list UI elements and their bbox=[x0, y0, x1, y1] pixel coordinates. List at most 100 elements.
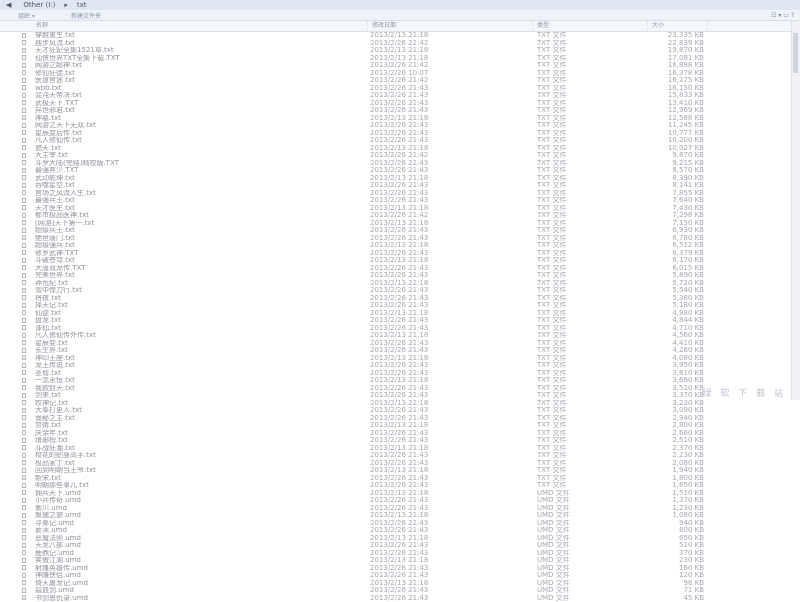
file-type: UMD 文件 bbox=[537, 505, 597, 513]
file-row[interactable]: 斗罗大陆(完结)精校版.TXT2013/2/26 21:43TXT 文件9,21… bbox=[0, 160, 800, 168]
file-row[interactable]: 武极天下.TXT2013/2/26 21:43TXT 文件13,410 KB bbox=[0, 100, 800, 108]
file-row[interactable]: 网游之天下无双.txt2013/2/26 21:43TXT 文件11,245 K… bbox=[0, 122, 800, 130]
file-row[interactable]: 射雕英雄传.umd2013/2/26 21:43UMD 文件160 KB bbox=[0, 565, 800, 573]
file-row[interactable]: 大奉打更人.txt2013/2/26 21:43TXT 文件3,090 KB bbox=[0, 407, 800, 415]
file-date: 2013/2/13 21:18 bbox=[370, 242, 530, 250]
file-row[interactable]: 大主宰.txt2013/2/26 21:42TXT 文件9,870 KB bbox=[0, 152, 800, 160]
file-row[interactable]: 异世邪君.txt2013/2/26 21:43TXT 文件12,969 KB bbox=[0, 107, 800, 115]
file-row[interactable]: 混沌天帝决.txt2013/2/26 21:43TXT 文件15,833 KB bbox=[0, 92, 800, 100]
file-row[interactable]: 仙侠世界TXT全集下载.TXT2013/2/13 21:18TXT 文件17,0… bbox=[0, 55, 800, 63]
file-row[interactable]: 凡人修仙传.txt2013/2/26 21:43TXT 文件10,200 KB bbox=[0, 137, 800, 145]
file-row[interactable]: 天龙八部.umd2013/2/26 21:43UMD 文件510 KB bbox=[0, 542, 800, 550]
file-row[interactable]: 凡人修仙传外传.txt2013/2/13 21:18TXT 文件4,560 KB bbox=[0, 332, 800, 340]
text-file-icon bbox=[22, 348, 26, 353]
file-row[interactable]: 鹿鼎记.umd2013/2/26 21:43UMD 文件370 KB bbox=[0, 550, 800, 558]
file-row[interactable]: 诡秘之主.txt2013/2/26 21:43TXT 文件2,940 KB bbox=[0, 415, 800, 423]
file-row[interactable]: 择天记.txt2013/2/26 21:43TXT 文件5,180 KB bbox=[0, 302, 800, 310]
column-date[interactable]: 修改日期 bbox=[368, 21, 533, 31]
file-row[interactable]: 寻秦记.umd2013/2/26 21:43UMD 文件940 KB bbox=[0, 520, 800, 528]
file-row[interactable]: 剑来.txt2013/2/26 21:43TXT 文件3,370 KB bbox=[0, 392, 800, 400]
file-row[interactable]: 超级兵王.txt2013/2/26 21:43TXT 文件6,930 KB bbox=[0, 227, 800, 235]
file-row[interactable]: 医道官途.txt2013/2/26 21:42TXT 文件16,275 KB bbox=[0, 77, 800, 85]
file-row[interactable]: 独步风流.txt2013/2/26 21:42TXT 文件22,839 KB bbox=[0, 40, 800, 48]
file-row[interactable]: 仙逆.txt2013/2/13 21:18TXT 文件4,980 KB bbox=[0, 310, 800, 318]
file-row[interactable]: 莽荒纪.txt2013/2/13 21:18TXT 文件5,720 KB bbox=[0, 280, 800, 288]
file-row[interactable]: 校花的贴身高手.txt2013/2/26 21:43TXT 文件2,230 KB bbox=[0, 452, 800, 460]
file-row[interactable]: 我欲封天.txt2013/2/26 21:43TXT 文件3,520 KB bbox=[0, 385, 800, 393]
file-row[interactable]: 星辰变.txt2013/2/26 21:43TXT 文件4,410 KB bbox=[0, 340, 800, 348]
file-row[interactable]: 网游之超神.txt2013/2/26 21:42TXT 文件16,888 KB bbox=[0, 62, 800, 70]
file-row[interactable]: 赘婿.txt2013/2/13 21:18TXT 文件2,800 KB bbox=[0, 422, 800, 430]
file-row[interactable]: 书剑恩仇录.umd2013/2/26 21:43UMD 文件45 KB bbox=[0, 595, 800, 602]
file-row[interactable]: 明朝那些事儿.txt2013/2/26 21:43TXT 文件1,650 KB bbox=[0, 482, 800, 490]
file-type: TXT 文件 bbox=[537, 400, 597, 408]
organize-button[interactable]: 组织▾ bbox=[0, 11, 45, 20]
file-row[interactable]: 琅琊榜.txt2013/2/26 21:43TXT 文件2,510 KB bbox=[0, 437, 800, 445]
file-row[interactable]: 吞噬星空.txt2013/2/26 21:43TXT 文件8,141 KB bbox=[0, 182, 800, 190]
file-row[interactable]: 牧神记.txt2013/2/13 21:18TXT 文件3,230 KB bbox=[0, 400, 800, 408]
file-row[interactable]: 倚天屠龙记.umd2013/2/13 21:18UMD 文件98 KB bbox=[0, 580, 800, 588]
file-row[interactable]: 紫川.umd2013/2/26 21:43UMD 文件1,230 KB bbox=[0, 505, 800, 513]
file-row[interactable]: 雪中悍刀行.txt2013/2/26 21:43TXT 文件5,540 KB bbox=[0, 287, 800, 295]
file-date: 2013/2/26 21:43 bbox=[370, 415, 530, 423]
file-row[interactable]: 回到明朝当王爷.txt2013/2/13 21:18TXT 文件1,940 KB bbox=[0, 467, 800, 475]
file-row[interactable]: 碧血剑.umd2013/2/26 21:43UMD 文件71 KB bbox=[0, 587, 800, 595]
column-size[interactable]: 大小 bbox=[648, 21, 708, 31]
scrollbar-thumb[interactable] bbox=[793, 33, 798, 73]
file-row[interactable]: 亵渎.umd2013/2/26 21:43UMD 文件800 KB bbox=[0, 527, 800, 535]
file-row[interactable]: 诛仙.txt2013/2/26 21:43TXT 文件4,710 KB bbox=[0, 325, 800, 333]
file-list: 穿越重生.txt2013/2/13 21:18TXT 文件23,335 KB独步… bbox=[0, 32, 800, 602]
file-row[interactable]: 超级强兵.txt2013/2/13 21:18TXT 文件6,512 KB bbox=[0, 242, 800, 250]
file-row[interactable]: 都市极品医神.txt2013/2/26 21:42TXT 文件7,298 KB bbox=[0, 212, 800, 220]
file-row[interactable]: 最强弃少.TXT2013/2/26 21:43TXT 文件8,570 KB bbox=[0, 167, 800, 175]
file-row[interactable]: 神印王座.txt2013/2/13 21:18TXT 文件4,080 KB bbox=[0, 355, 800, 363]
file-row[interactable]: 小兵传奇.umd2013/2/26 21:43UMD 文件1,370 KB bbox=[0, 497, 800, 505]
new-folder-button[interactable]: 新建文件夹 bbox=[45, 11, 111, 20]
text-file-icon bbox=[22, 138, 26, 143]
file-row[interactable]: 圣墟.txt2013/2/26 21:43TXT 文件3,810 KB bbox=[0, 370, 800, 378]
file-row[interactable]: 修罗武神.TXT2013/2/26 21:43TXT 文件6,379 KB bbox=[0, 250, 800, 258]
file-row[interactable]: 天才医生.txt2013/2/13 21:18TXT 文件7,430 KB bbox=[0, 205, 800, 213]
file-row[interactable]: 完美世界.txt2013/2/26 21:43TXT 文件5,890 KB bbox=[0, 272, 800, 280]
file-row[interactable]: 将夜.txt2013/2/26 21:43TXT 文件5,360 KB bbox=[0, 295, 800, 303]
file-row[interactable]: 最强兵王.txt2013/2/26 21:43TXT 文件7,640 KB bbox=[0, 197, 800, 205]
file-row[interactable]: 斗战狂潮.txt2013/2/13 21:18TXT 文件2,370 KB bbox=[0, 445, 800, 453]
path-segment-folder[interactable]: txt bbox=[71, 1, 93, 9]
file-row[interactable]: 长生界.txt2013/2/26 21:43TXT 文件4,260 KB bbox=[0, 347, 800, 355]
file-row[interactable]: 庆余年.txt2013/2/26 21:43TXT 文件2,660 KB bbox=[0, 430, 800, 438]
back-icon[interactable]: ◀ bbox=[0, 1, 17, 9]
file-type: TXT 文件 bbox=[537, 175, 597, 183]
file-row[interactable]: 大唐双龙传.TXT2013/2/26 21:43TXT 文件6,015 KB bbox=[0, 265, 800, 273]
file-row[interactable]: 神墓.txt2013/2/13 21:18TXT 文件12,588 KB bbox=[0, 115, 800, 123]
path-segment-drive[interactable]: Other (I:) bbox=[17, 1, 61, 9]
file-row[interactable]: 官场之风流人生.txt2013/2/26 21:43TXT 文件7,855 KB bbox=[0, 190, 800, 198]
file-row[interactable]: 绝世唐门.txt2013/2/26 21:43TXT 文件6,780 KB bbox=[0, 235, 800, 243]
file-row[interactable]: 星辰变后传.txt2013/2/26 21:43TXT 文件10,777 KB bbox=[0, 130, 800, 138]
file-row[interactable]: 穿越重生.txt2013/2/13 21:18TXT 文件23,335 KB bbox=[0, 32, 800, 40]
view-options-icon[interactable]: ☷ ▾ ▭ ? bbox=[771, 12, 794, 19]
file-row[interactable]: 龙王传说.txt2013/2/26 21:43TXT 文件3,950 KB bbox=[0, 362, 800, 370]
file-row[interactable]: 修仙狂徒.txt2013/2/26 10:07TXT 文件16,378 KB bbox=[0, 70, 800, 78]
file-icon-cell bbox=[2, 467, 32, 475]
file-row[interactable]: 笑傲江湖.umd2013/2/13 21:18UMD 文件230 KB bbox=[0, 557, 800, 565]
vertical-scrollbar[interactable] bbox=[791, 21, 800, 400]
file-row[interactable]: 佣兵天下.umd2013/2/13 21:18UMD 文件1,510 KB bbox=[0, 490, 800, 498]
file-row[interactable]: 恶魔法则.umd2013/2/13 21:18UMD 文件650 KB bbox=[0, 535, 800, 543]
file-row[interactable]: 一念永恒.txt2013/2/13 21:18TXT 文件3,660 KB bbox=[0, 377, 800, 385]
file-row[interactable]: 新宋.txt2013/2/26 21:43TXT 文件1,800 KB bbox=[0, 475, 800, 483]
file-row[interactable]: 飘邈之旅.umd2013/2/13 21:18UMD 文件1,080 KB bbox=[0, 512, 800, 520]
column-type[interactable]: 类型 bbox=[533, 21, 648, 31]
column-name[interactable]: 名称 bbox=[32, 21, 368, 31]
file-icon-cell bbox=[2, 370, 32, 378]
file-row[interactable]: 盘龙.txt2013/2/26 21:43TXT 文件4,844 KB bbox=[0, 317, 800, 325]
file-row[interactable]: wbb.txt2013/2/26 21:43TXT 文件16,150 KB bbox=[0, 85, 800, 93]
file-row[interactable]: 神雕侠侣.umd2013/2/26 21:43UMD 文件120 KB bbox=[0, 572, 800, 580]
text-file-icon bbox=[22, 438, 26, 443]
file-row[interactable]: 天才狂妃全集1521章.txt2013/2/13 21:18TXT 文件19,8… bbox=[0, 47, 800, 55]
file-row[interactable]: 斗破苍穹.txt2013/2/13 21:18TXT 文件6,170 KB bbox=[0, 257, 800, 265]
file-row[interactable]: 极品家丁.txt2013/2/26 21:43TXT 文件2,080 KB bbox=[0, 460, 800, 468]
file-row[interactable]: 遮天.txt2013/2/13 21:18TXT 文件10,027 KB bbox=[0, 145, 800, 153]
file-row[interactable]: 武动乾坤.txt2013/2/13 21:18TXT 文件8,390 KB bbox=[0, 175, 800, 183]
file-row[interactable]: [网游]天下第一.txt2013/2/13 21:18TXT 文件7,150 K… bbox=[0, 220, 800, 228]
text-file-icon bbox=[22, 475, 26, 480]
